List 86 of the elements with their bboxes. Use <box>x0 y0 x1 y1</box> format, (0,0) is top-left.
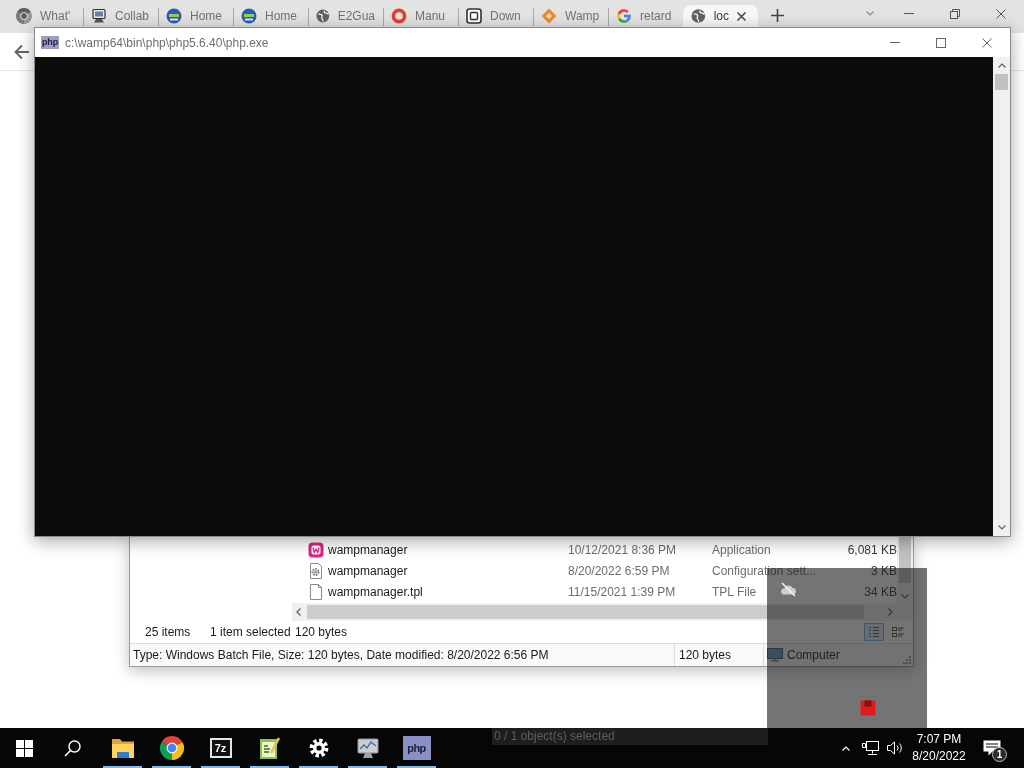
item-count: 25 items <box>145 625 192 639</box>
notepad-icon <box>257 736 282 760</box>
search-icon <box>63 739 81 757</box>
minimize-icon <box>890 42 900 43</box>
tiles-view-icon <box>892 626 904 638</box>
browser-tab[interactable]: Wamp <box>533 5 608 27</box>
resize-grip-icon <box>903 656 911 664</box>
window-title: c:\wamp64\bin\php\php5.6.40\php.exe <box>65 35 269 50</box>
volume-icon <box>885 740 903 756</box>
app-icon <box>308 541 324 558</box>
file-name[interactable]: wampmanager <box>328 542 408 557</box>
browser-tab[interactable]: Manu <box>383 5 458 27</box>
browser-tab[interactable]: Down <box>458 5 533 27</box>
vertical-scrollbar[interactable] <box>993 57 1010 536</box>
close-icon <box>982 37 992 48</box>
back-arrow-icon <box>14 43 30 60</box>
settings-file-icon <box>308 562 324 579</box>
view-button[interactable] <box>864 623 884 641</box>
globe-icon <box>691 8 706 24</box>
scrollbar-thumb[interactable] <box>995 74 1008 90</box>
cloud-off-icon <box>780 582 796 597</box>
browser-logo-icon <box>159 736 184 760</box>
settings-icon <box>308 738 329 758</box>
file-name[interactable]: wampmanager.tpl <box>328 584 423 599</box>
chevron-up-icon <box>997 63 1006 68</box>
status-text: 0 / 1 object(s) selected <box>492 728 768 745</box>
minimize-icon <box>904 13 914 14</box>
scrollbar-thumb[interactable] <box>307 605 864 619</box>
browser-tab[interactable]: Collab <box>83 5 158 27</box>
notification-badge: 1 <box>992 747 1007 762</box>
browser-tab[interactable]: Home <box>158 5 233 27</box>
maximize-icon <box>936 37 946 48</box>
browser-tab[interactable]: loc <box>683 5 758 27</box>
chevron-up-icon <box>842 745 850 751</box>
circle-logo-icon <box>166 8 182 24</box>
scrollbar-thumb[interactable] <box>899 537 911 583</box>
file-size: 34 KB <box>864 584 897 599</box>
plus-icon <box>770 9 784 22</box>
close-icon <box>737 11 746 21</box>
network-icon <box>861 740 879 756</box>
clock-time[interactable]: 7:07 PM <box>916 731 962 748</box>
close-icon <box>996 8 1006 19</box>
browser-tab[interactable]: E2Gua <box>308 5 383 27</box>
computer-icon <box>91 8 107 24</box>
monitor-icon <box>355 737 380 759</box>
chevron-down-icon <box>901 593 909 599</box>
modified-date: 8/20/2022 6:59 PM <box>568 563 670 578</box>
globe-icon <box>316 8 330 24</box>
restore-icon <box>950 8 960 19</box>
browser-logo-icon <box>16 8 32 24</box>
location-label: Computer <box>787 648 840 662</box>
chevron-left-icon <box>296 608 301 616</box>
taskbar-button[interactable]: 7z <box>196 728 245 768</box>
file-type: Application <box>712 542 771 557</box>
modified-date: 10/12/2021 8:36 PM <box>568 542 677 557</box>
ring-icon <box>391 8 407 24</box>
action-center-button[interactable]: 1 <box>972 728 1012 768</box>
browser-tab[interactable]: retard <box>608 5 683 27</box>
chevron-down-icon <box>997 525 1006 530</box>
file-type: TPL File <box>712 584 757 599</box>
browser-tab[interactable]: What' <box>8 5 83 27</box>
browser-tab[interactable]: Home <box>233 5 308 27</box>
modified-date: 11/15/2021 1:39 PM <box>568 584 676 599</box>
computer-icon <box>767 648 783 662</box>
file-name[interactable]: wampmanager <box>328 563 408 578</box>
selection-count: 1 item selected <box>210 625 292 639</box>
taskbar-button[interactable]: php <box>392 728 441 768</box>
diamond-icon <box>541 8 557 24</box>
clock-date[interactable]: 8/20/2022 <box>912 748 966 765</box>
square-logo-icon <box>466 8 482 24</box>
chevron-down-icon <box>866 11 874 16</box>
details-view-icon <box>868 626 880 638</box>
app-logo: 7z <box>209 738 232 758</box>
circle-logo-icon <box>241 8 257 24</box>
file-icon <box>308 583 324 600</box>
file-size: 6,081 KB <box>847 542 897 557</box>
app-logo: php <box>402 736 431 760</box>
chevron-right-icon <box>888 608 893 616</box>
g-logo-icon <box>616 8 632 24</box>
folder-icon <box>110 737 135 759</box>
vertical-scrollbar[interactable] <box>897 537 913 603</box>
start-icon <box>15 739 33 757</box>
app-logo: php <box>41 36 59 49</box>
file-details: Type: Windows Batch File, Size: 120 bytes, Date modified: 8/20/2022 6:56 PM <box>133 648 549 662</box>
selection-size: 120 bytes <box>295 625 348 639</box>
file-size-summary: 120 bytes <box>679 648 732 662</box>
